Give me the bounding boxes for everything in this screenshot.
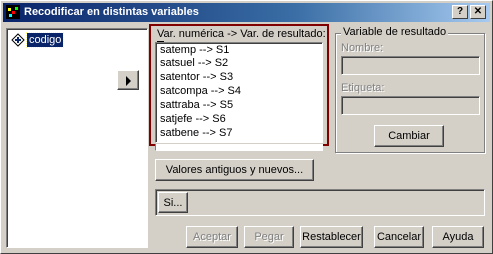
list-item[interactable]: satbene --> S7 xyxy=(160,127,232,140)
mapping-label: Var. numérica -> Var. de resultado: xyxy=(157,28,326,40)
cancel-button[interactable]: Cancelar xyxy=(374,226,424,248)
list-item[interactable]: sattraba --> S5 xyxy=(160,99,233,112)
help-button[interactable]: Ayuda xyxy=(432,226,484,248)
list-item[interactable]: satcompa --> S4 xyxy=(160,85,241,98)
dialog-window: Recodificar en distintas variables ? ✕ c… xyxy=(0,0,493,254)
help-title-button[interactable]: ? xyxy=(452,5,468,19)
label-label: Etiqueta: xyxy=(341,82,385,94)
if-condition-panel xyxy=(155,189,485,216)
scale-variable-icon xyxy=(11,33,25,47)
list-item[interactable]: satsuel --> S2 xyxy=(160,57,228,70)
name-field[interactable] xyxy=(341,56,480,75)
mapping-list[interactable]: satemp --> S1 satsuel --> S2 satentor --… xyxy=(155,42,323,143)
name-label: Nombre: xyxy=(341,42,384,54)
output-variable-group-label: Variable de resultado xyxy=(341,26,449,38)
paste-button[interactable]: Pegar xyxy=(244,226,294,248)
move-variable-button[interactable] xyxy=(117,70,139,90)
accept-button[interactable]: Aceptar xyxy=(186,226,238,248)
change-button[interactable]: Cambiar xyxy=(374,125,444,147)
if-button[interactable]: Si... xyxy=(158,192,188,213)
list-item[interactable]: satentor --> S3 xyxy=(160,71,233,84)
label-field[interactable] xyxy=(341,96,480,115)
mapping-list-extension xyxy=(155,144,323,151)
list-item[interactable]: satemp --> S1 xyxy=(160,44,229,57)
variable-label: codigo xyxy=(25,32,65,48)
title-bar[interactable]: Recodificar en distintas variables ? ✕ xyxy=(3,3,490,22)
close-window-button[interactable]: ✕ xyxy=(470,5,486,19)
source-variable-list[interactable]: codigo xyxy=(6,28,148,248)
reset-button[interactable]: Restablecer xyxy=(300,226,363,248)
window-title: Recodificar en distintas variables xyxy=(24,6,199,18)
list-item[interactable]: satjefe --> S6 xyxy=(160,113,226,126)
old-new-values-button[interactable]: Valores antiguos y nuevos... xyxy=(155,159,314,181)
spss-app-icon xyxy=(6,5,20,19)
arrow-right-icon xyxy=(126,76,131,86)
